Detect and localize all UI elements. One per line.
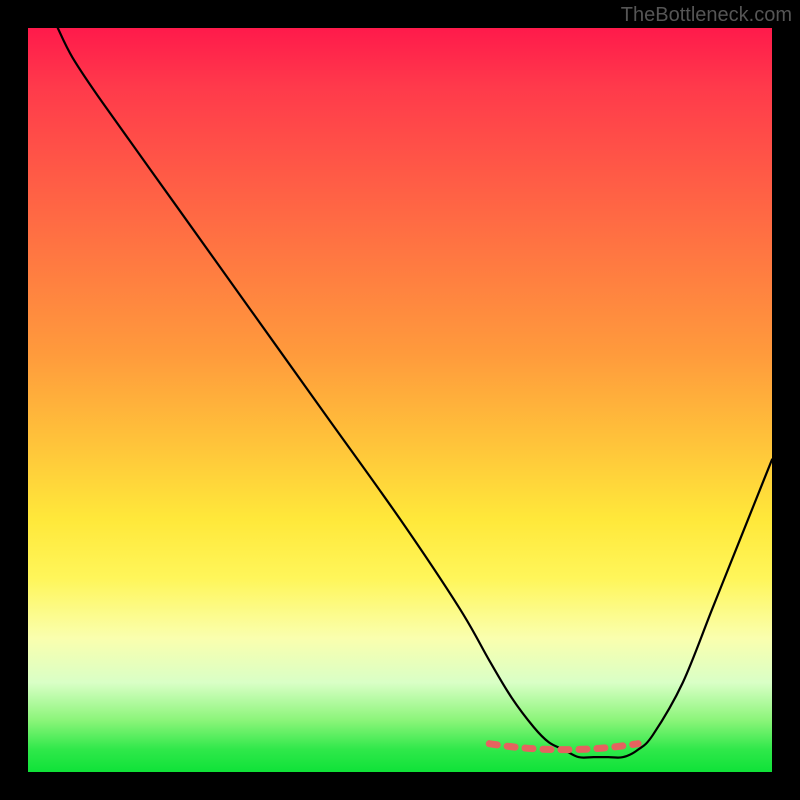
bottleneck-curve-line bbox=[58, 28, 772, 758]
attribution-text: TheBottleneck.com bbox=[621, 4, 792, 27]
chart-svg bbox=[28, 28, 772, 772]
curve-minimum-marker bbox=[489, 744, 638, 750]
chart-plot-area bbox=[28, 28, 772, 772]
